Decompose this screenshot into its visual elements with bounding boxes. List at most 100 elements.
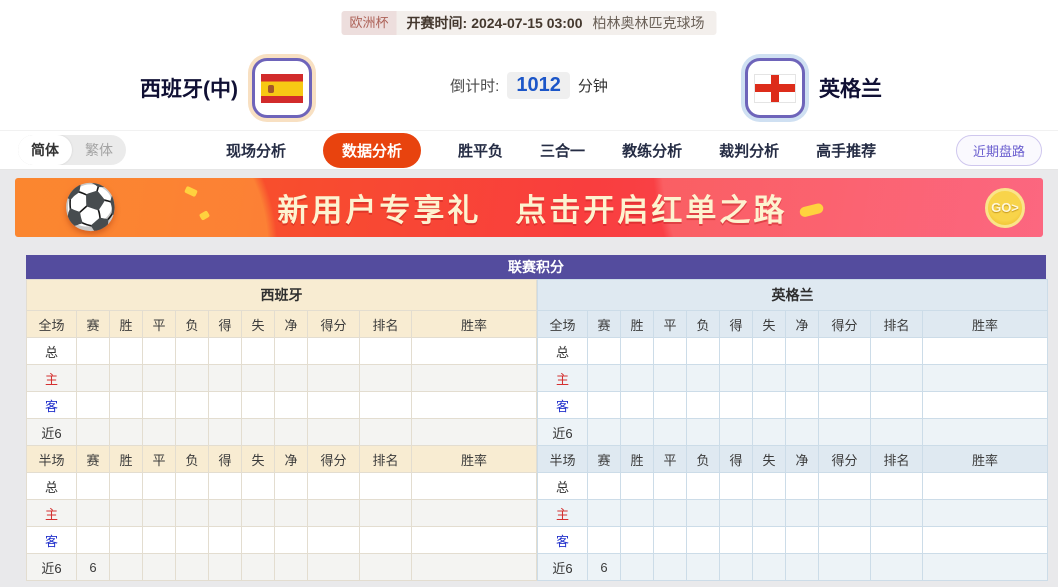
league-points-table: 联赛积分 西班牙全场赛胜平负得失净得分排名胜率总主客近6半场赛胜平负得失净得分排… bbox=[26, 255, 1046, 581]
kickoff-label: 开赛时间: bbox=[407, 13, 468, 33]
stat-cell: 6 bbox=[77, 554, 110, 581]
nav-bar: 简体 繁体 现场分析 数据分析 胜平负 三合一 教练分析 裁判分析 高手推荐 近期盘路 bbox=[0, 130, 1058, 170]
stat-cell bbox=[753, 338, 786, 365]
col-header: 赛 bbox=[588, 311, 621, 338]
stat-cell bbox=[654, 392, 687, 419]
stat-cell bbox=[209, 365, 242, 392]
stat-cell bbox=[687, 473, 720, 500]
stat-cell bbox=[621, 419, 654, 446]
nav-tab-3[interactable]: 三合一 bbox=[540, 140, 585, 161]
stat-cell bbox=[176, 419, 209, 446]
stat-cell bbox=[209, 338, 242, 365]
stat-cell bbox=[110, 527, 143, 554]
spark-icon bbox=[799, 202, 825, 218]
stat-cell bbox=[819, 338, 871, 365]
stat-cell bbox=[819, 392, 871, 419]
lang-traditional[interactable]: 繁体 bbox=[72, 135, 126, 165]
table-row: 近6 bbox=[27, 419, 537, 446]
stat-cell bbox=[110, 392, 143, 419]
spain-emblem-icon bbox=[268, 85, 274, 93]
table-halves: 西班牙全场赛胜平负得失净得分排名胜率总主客近6半场赛胜平负得失净得分排名胜率总主… bbox=[26, 279, 1046, 581]
table-row: 主 bbox=[27, 365, 537, 392]
stat-cell bbox=[819, 419, 871, 446]
stat-cell bbox=[308, 365, 360, 392]
stat-cell bbox=[275, 527, 308, 554]
stat-cell bbox=[77, 500, 110, 527]
table-row: 近6 bbox=[538, 419, 1048, 446]
stat-cell bbox=[143, 338, 176, 365]
stat-cell bbox=[176, 392, 209, 419]
stat-cell bbox=[110, 500, 143, 527]
col-header: 排名 bbox=[871, 311, 923, 338]
nav-tab-2[interactable]: 胜平负 bbox=[458, 140, 503, 161]
stat-cell bbox=[308, 527, 360, 554]
stat-cell bbox=[588, 419, 621, 446]
table-row: 主 bbox=[27, 500, 537, 527]
go-button[interactable]: GO> bbox=[985, 188, 1025, 228]
stat-cell bbox=[871, 500, 923, 527]
stat-cell bbox=[786, 338, 819, 365]
table-row: 客 bbox=[27, 392, 537, 419]
stat-cell bbox=[871, 365, 923, 392]
nav-tab-4[interactable]: 教练分析 bbox=[622, 140, 682, 161]
stat-cell bbox=[621, 527, 654, 554]
stat-cell bbox=[176, 527, 209, 554]
stat-cell bbox=[588, 473, 621, 500]
nav-tab-5[interactable]: 裁判分析 bbox=[719, 140, 779, 161]
recent-odds-button[interactable]: 近期盘路 bbox=[956, 135, 1042, 166]
nav-tab-1[interactable]: 数据分析 bbox=[323, 133, 421, 168]
stat-cell bbox=[687, 365, 720, 392]
stat-cell bbox=[621, 392, 654, 419]
nav-tab-6[interactable]: 高手推荐 bbox=[816, 140, 876, 161]
stat-cell bbox=[209, 392, 242, 419]
stat-cell bbox=[753, 527, 786, 554]
stat-cell bbox=[77, 473, 110, 500]
stat-cell bbox=[412, 419, 537, 446]
stat-cell bbox=[143, 392, 176, 419]
stat-cell bbox=[275, 500, 308, 527]
countdown-value: 1012 bbox=[507, 72, 570, 99]
team-header: 英格兰 bbox=[538, 280, 1048, 311]
stat-cell bbox=[412, 554, 537, 581]
stat-cell bbox=[819, 554, 871, 581]
stat-cell bbox=[720, 338, 753, 365]
stat-cell bbox=[110, 473, 143, 500]
banner-title-2: 点击开启红单之路 bbox=[515, 193, 787, 228]
stat-cell bbox=[176, 554, 209, 581]
stat-cell bbox=[308, 500, 360, 527]
promo-banner[interactable]: ⚽ 新用户专享礼点击开启红单之路 GO> bbox=[15, 178, 1043, 237]
team-header: 西班牙 bbox=[27, 280, 537, 311]
col-header: 失 bbox=[242, 311, 275, 338]
spain-half: 西班牙全场赛胜平负得失净得分排名胜率总主客近6半场赛胜平负得失净得分排名胜率总主… bbox=[26, 279, 537, 581]
away-team-name: 英格兰 bbox=[819, 73, 882, 103]
nav-tab-0[interactable]: 现场分析 bbox=[226, 140, 286, 161]
col-header: 得 bbox=[209, 311, 242, 338]
col-header: 失 bbox=[753, 446, 786, 473]
stat-cell bbox=[360, 419, 412, 446]
stat-cell bbox=[176, 473, 209, 500]
stat-cell bbox=[753, 392, 786, 419]
stat-cell bbox=[412, 365, 537, 392]
stat-cell bbox=[176, 500, 209, 527]
stat-cell bbox=[786, 527, 819, 554]
col-header: 得分 bbox=[819, 446, 871, 473]
col-header: 得 bbox=[720, 446, 753, 473]
lang-simplified[interactable]: 简体 bbox=[18, 135, 72, 165]
stat-cell bbox=[77, 392, 110, 419]
stat-cell bbox=[720, 392, 753, 419]
col-header: 净 bbox=[786, 446, 819, 473]
stat-cell bbox=[786, 365, 819, 392]
col-header: 胜 bbox=[621, 446, 654, 473]
stat-cell bbox=[621, 554, 654, 581]
stat-cell bbox=[753, 419, 786, 446]
stat-cell bbox=[275, 554, 308, 581]
col-header: 赛 bbox=[588, 446, 621, 473]
countdown-label: 倒计时: bbox=[450, 75, 499, 96]
language-toggle[interactable]: 简体 繁体 bbox=[18, 135, 126, 165]
stat-cell bbox=[242, 365, 275, 392]
stat-cell bbox=[753, 500, 786, 527]
stat-cell bbox=[786, 473, 819, 500]
teams-row: 西班牙(中) 倒计时: 1012 分钟 英格兰 bbox=[0, 46, 1058, 126]
table-title: 联赛积分 bbox=[26, 255, 1046, 279]
col-header: 负 bbox=[176, 446, 209, 473]
